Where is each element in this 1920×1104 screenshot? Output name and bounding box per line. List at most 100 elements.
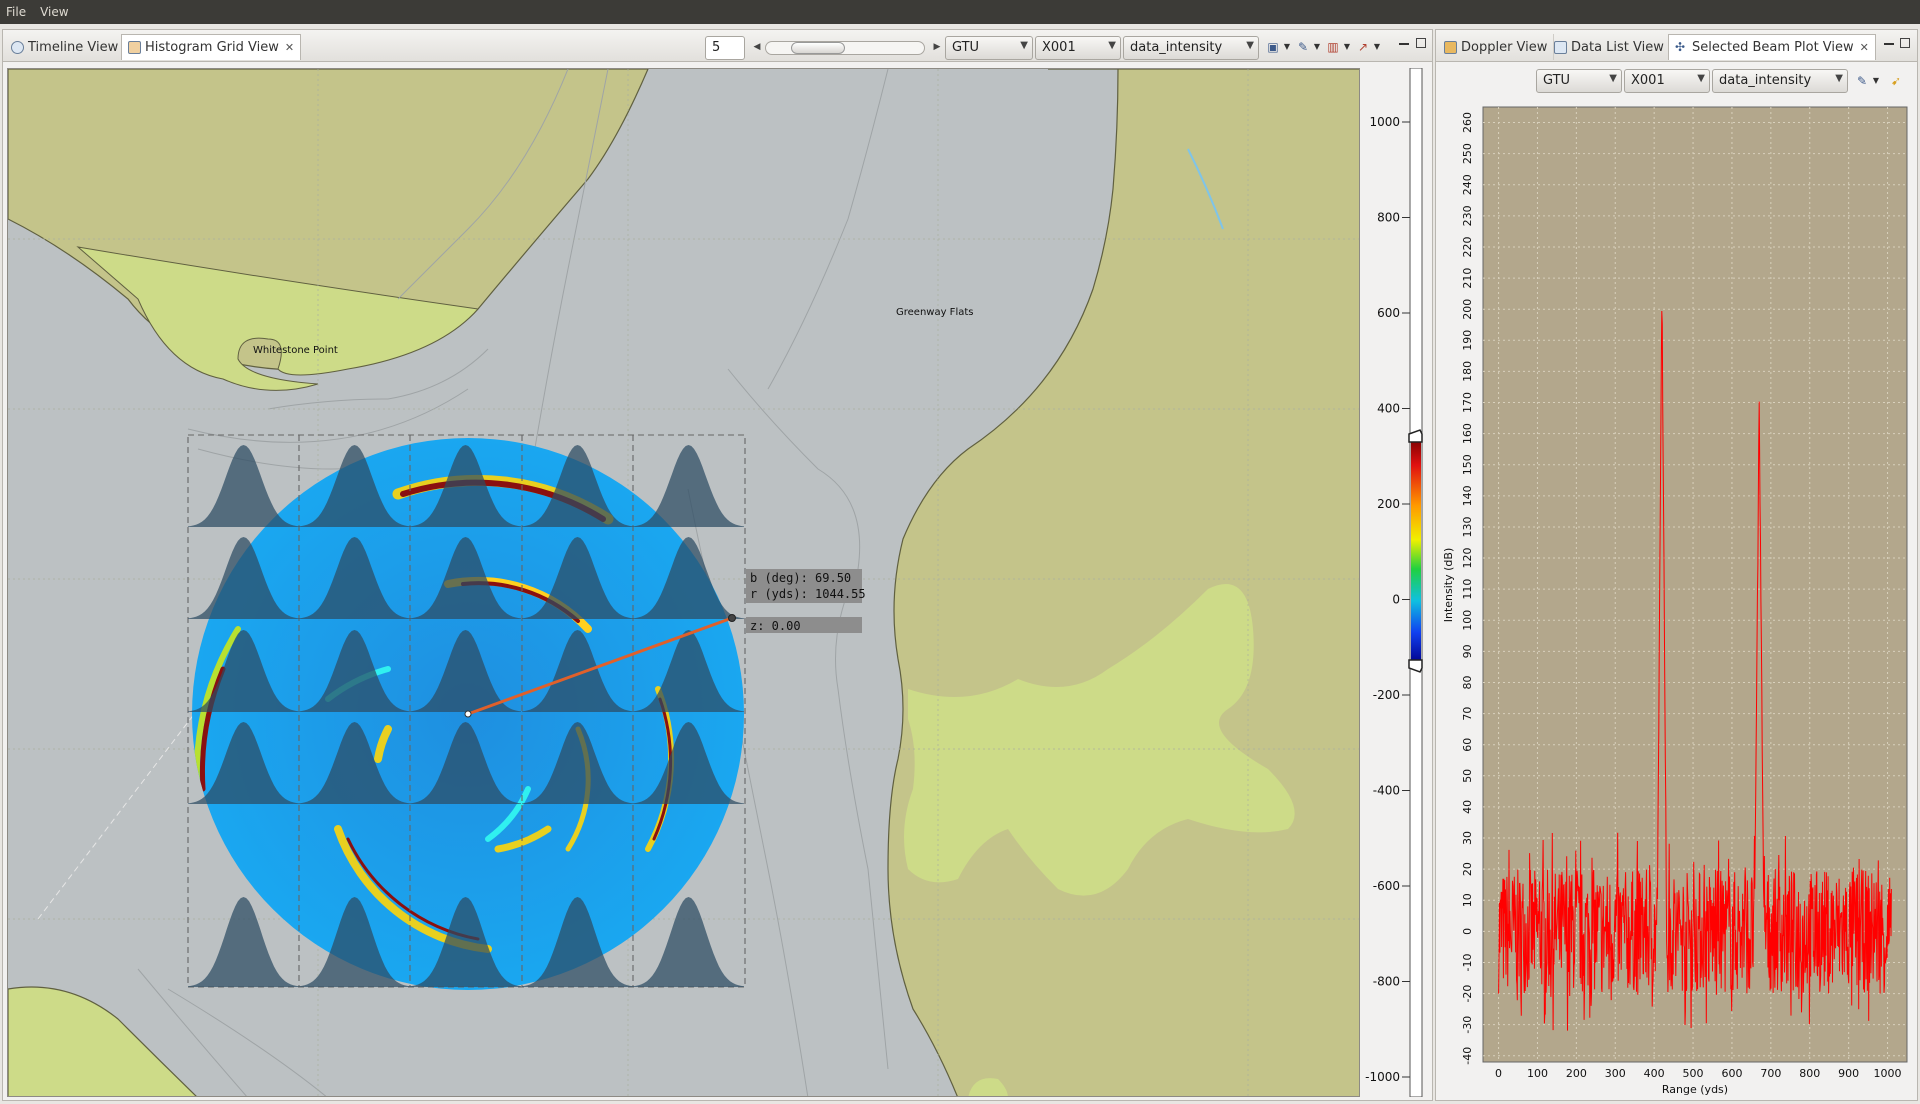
map-svg[interactable]: b (deg): 69.50 r (yds): 1044.55 z: 0.00 … <box>8 69 1360 1097</box>
scale-tick-label: 1000 <box>1369 115 1400 129</box>
scale-tick-label: 600 <box>1377 306 1400 320</box>
source-combo[interactable]: GTU ▼ <box>945 36 1033 60</box>
y-tick-label: -40 <box>1461 1047 1474 1065</box>
y-tick-label: -20 <box>1461 985 1474 1003</box>
tab-label: Histogram Grid View <box>145 40 279 55</box>
source-combo-value: GTU <box>952 40 980 55</box>
channel-combo-value: X001 <box>1631 73 1665 88</box>
chevron-down-icon: ▼ <box>1108 40 1116 51</box>
y-tick-label: 120 <box>1461 548 1474 569</box>
y-tick-label: 30 <box>1461 831 1474 845</box>
minimize-icon[interactable] <box>1884 43 1894 45</box>
scale-tick-label: -1000 <box>1365 1070 1400 1084</box>
y-tick-label: 10 <box>1461 893 1474 907</box>
x-tick-label: 400 <box>1644 1067 1665 1080</box>
x-axis-label: Range (yds) <box>1662 1083 1728 1095</box>
y-tick-label: 230 <box>1461 205 1474 226</box>
channel-combo[interactable]: X001 ▼ <box>1624 69 1710 93</box>
source-combo[interactable]: GTU ▼ <box>1536 69 1622 93</box>
slider-left-arrow-icon[interactable]: ◀ <box>749 39 765 55</box>
dropdown-arrow-icon[interactable]: ▼ <box>1279 39 1295 55</box>
y-tick-label: 190 <box>1461 330 1474 351</box>
y-tick-label: 100 <box>1461 610 1474 631</box>
x-tick-label: 600 <box>1721 1067 1742 1080</box>
close-icon[interactable]: ✕ <box>285 41 294 54</box>
y-tick-label: 180 <box>1461 361 1474 382</box>
cursor-readout: b (deg): 69.50 r (yds): 1044.55 z: 0.00 <box>746 569 866 633</box>
chevron-down-icon: ▼ <box>1609 73 1617 84</box>
channel-combo-value: X001 <box>1042 40 1076 55</box>
y-tick-label: 90 <box>1461 644 1474 658</box>
chevron-down-icon: ▼ <box>1835 73 1843 84</box>
map-canvas[interactable]: b (deg): 69.50 r (yds): 1044.55 z: 0.00 … <box>7 68 1360 1097</box>
y-tick-label: 160 <box>1461 423 1474 444</box>
color-scale: 1000 800 600 400 200 0 -200 -400 -600 -800 -1000 <box>1362 67 1430 1098</box>
beam-end-marker[interactable] <box>728 614 736 622</box>
y-tick-label: 200 <box>1461 299 1474 320</box>
scale-tick-label: -600 <box>1373 879 1400 893</box>
tab-selected-beam-plot-view[interactable]: ✣ Selected Beam Plot View ✕ <box>1668 34 1876 60</box>
x-tick-label: 200 <box>1566 1067 1587 1080</box>
y-tick-label: 80 <box>1461 675 1474 689</box>
channel-combo[interactable]: X001 ▼ <box>1035 36 1121 60</box>
slider-right-arrow-icon[interactable]: ▶ <box>929 39 945 55</box>
tab-label: Data List View <box>1571 39 1664 55</box>
dropdown-arrow-icon[interactable]: ▼ <box>1868 73 1884 89</box>
y-tick-label: 140 <box>1461 485 1474 506</box>
tab-label: Timeline View <box>28 39 119 55</box>
table-icon <box>1554 40 1567 54</box>
right-toolbar: GTU ▼ X001 ▼ data_intensity ▼ ✎ ▼ ➹ <box>1436 63 1917 101</box>
y-tick-label: 20 <box>1461 862 1474 876</box>
source-combo-value: GTU <box>1543 73 1571 88</box>
y-tick-label: 220 <box>1461 236 1474 257</box>
pin-icon[interactable]: ➹ <box>1888 73 1904 89</box>
y-tick-label: 240 <box>1461 174 1474 195</box>
menu-view[interactable]: View <box>40 5 68 19</box>
y-tick-label: -30 <box>1461 1016 1474 1034</box>
beam-origin-marker[interactable] <box>464 710 472 718</box>
slider-thumb[interactable] <box>791 42 845 54</box>
tab-label: Doppler View <box>1461 39 1548 55</box>
maximize-icon[interactable] <box>1416 38 1426 48</box>
dropdown-arrow-icon[interactable]: ▼ <box>1369 39 1385 55</box>
maximize-icon[interactable] <box>1900 38 1910 48</box>
tab-timeline-view[interactable]: Timeline View <box>5 34 126 60</box>
field-combo[interactable]: data_intensity ▼ <box>1712 69 1848 93</box>
x-tick-label: 1000 <box>1874 1067 1902 1080</box>
scale-tick-label: 800 <box>1377 211 1400 225</box>
minimize-icon[interactable] <box>1399 43 1409 45</box>
y-tick-label: 70 <box>1461 707 1474 721</box>
x-tick-label: 800 <box>1799 1067 1820 1080</box>
histogram-icon <box>128 41 141 54</box>
x-tick-label: 0 <box>1495 1067 1502 1080</box>
dropdown-arrow-icon[interactable]: ▼ <box>1339 39 1355 55</box>
grid-size-slider[interactable] <box>765 41 925 55</box>
scale-tick-label: 0 <box>1392 593 1400 607</box>
y-axis-label: Intensity (dB) <box>1442 548 1455 623</box>
tab-doppler-view[interactable]: Doppler View <box>1438 34 1555 60</box>
beam-plot-svg[interactable]: 0 100 200 300 400 500 600 700 800 900 100026025024… <box>1439 105 1909 1096</box>
scale-tick-label: -400 <box>1373 784 1400 798</box>
color-scale-svg: 1000 800 600 400 200 0 -200 -400 -600 -800 -1000 <box>1365 67 1423 1098</box>
right-tab-bar: Doppler View Data List View ✣ Selected B… <box>1436 30 1917 62</box>
dropdown-arrow-icon[interactable]: ▼ <box>1309 39 1325 55</box>
menu-bar: File View <box>0 0 1920 24</box>
y-tick-label: 60 <box>1461 738 1474 752</box>
tab-label: Selected Beam Plot View <box>1692 40 1854 55</box>
tab-data-list-view[interactable]: Data List View <box>1548 34 1671 60</box>
y-tick-label: 0 <box>1461 928 1474 935</box>
color-scale-gradient <box>1411 438 1421 664</box>
readout-bearing: b (deg): 69.50 <box>750 571 851 585</box>
grid-size-input[interactable]: 5 <box>705 36 745 60</box>
readout-range: r (yds): 1044.55 <box>750 587 866 601</box>
beam-plot[interactable]: 0 100 200 300 400 500 600 700 800 900 1000 260 250 24… <box>1439 105 1909 1096</box>
chevron-down-icon: ▼ <box>1246 40 1254 51</box>
field-combo[interactable]: data_intensity ▼ <box>1123 36 1259 60</box>
menu-file[interactable]: File <box>6 5 26 19</box>
tab-histogram-grid-view[interactable]: Histogram Grid View ✕ <box>121 34 302 60</box>
scale-tick-label: -200 <box>1373 688 1400 702</box>
chevron-down-icon: ▼ <box>1697 73 1705 84</box>
y-tick-label: 260 <box>1461 112 1474 133</box>
x-tick-label: 300 <box>1605 1067 1626 1080</box>
close-icon[interactable]: ✕ <box>1860 41 1869 54</box>
